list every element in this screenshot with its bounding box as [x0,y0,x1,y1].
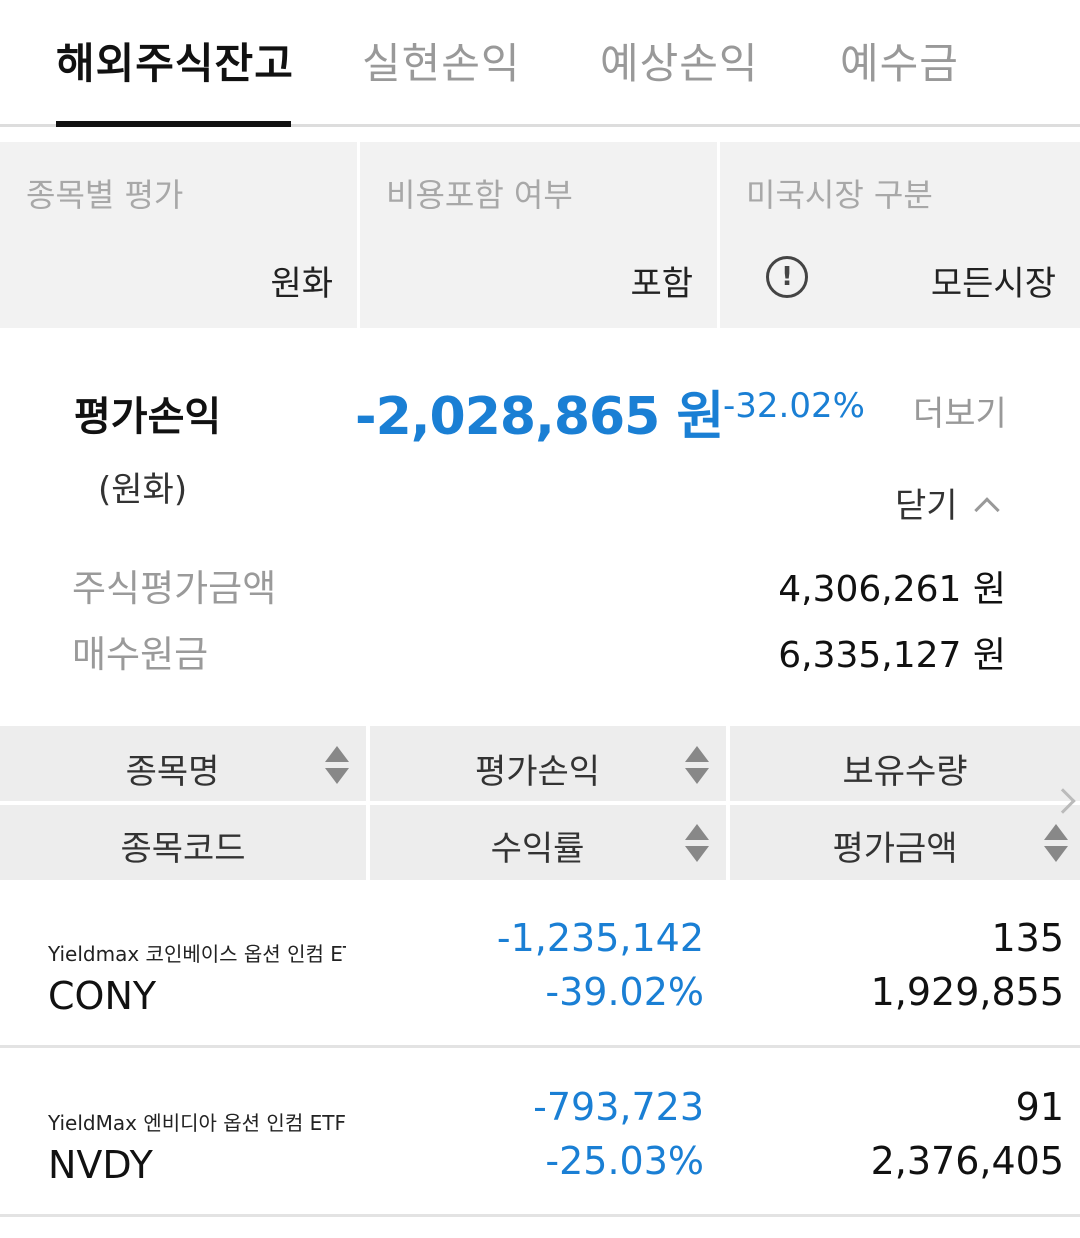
stock-name: Yieldmax 코인베이스 옵션 인컴 ETF [48,942,346,966]
header-return-rate[interactable]: 수익률 [370,821,705,870]
filter-market-label: 미국시장 구분 [746,176,933,214]
principal-label: 매수원금 [72,633,209,676]
stock-code: NVDY [48,1143,153,1187]
stock-quantity: 135 [991,916,1064,960]
tab-overseas-balance[interactable]: 해외주식잔고 [56,30,294,91]
stock-name: YieldMax 엔비디아 옵션 인컴 ETF [48,1111,346,1135]
more-button[interactable]: 더보기 [913,386,1007,435]
filter-panel: 종목별 평가 원화 비용포함 여부 포함 미국시장 구분 ! 모든시장 [0,142,1080,328]
filter-fees-label: 비용포함 여부 [386,176,573,214]
stock-eval-amount: 2,376,405 [870,1139,1064,1183]
stock-quantity: 91 [1015,1085,1064,1129]
filter-fees[interactable]: 비용포함 여부 포함 [360,142,717,328]
stock-code: CONY [48,974,157,1018]
stock-eval-pl: -793,723 [533,1085,704,1129]
stock-eval-label: 주식평가금액 [72,567,277,610]
tab-deposit[interactable]: 예수금 [840,30,959,91]
sort-icon[interactable] [685,824,709,864]
stock-return-rate: -39.02% [545,970,704,1014]
filter-valuation-value[interactable]: 원화 [270,256,333,305]
header-quantity: 보유수량 [842,752,968,792]
stock-return-rate: -25.03% [545,1139,704,1183]
table-row[interactable]: Yieldmax 코인베이스 옵션 인컴 ETF CONY -1,235,142… [0,880,1080,1048]
filter-valuation-label: 종목별 평가 [26,176,184,214]
summary-rate: -32.02% [723,386,865,426]
filter-fees-value[interactable]: 포함 [630,256,693,305]
filter-valuation[interactable]: 종목별 평가 원화 [0,142,357,328]
close-label: 닫기 [895,486,958,526]
principal-value: 6,335,127 원 [778,635,1006,676]
sort-icon[interactable] [1044,824,1068,864]
info-icon[interactable]: ! [766,256,808,298]
active-tab-indicator [56,121,291,127]
header-divider [0,801,1080,805]
stock-eval-value: 4,306,261 원 [778,569,1006,610]
summary-currency-label: (원화) [98,470,188,510]
header-stock-name[interactable]: 종목명 [0,744,345,793]
tab-realized-pl[interactable]: 실현손익 [362,30,521,91]
header-eval-amount[interactable]: 평가금액 [730,821,1060,870]
chevron-up-icon [973,497,1000,523]
table-row[interactable]: YieldMax 엔비디아 옵션 인컴 ETF NVDY -793,723 -2… [0,1049,1080,1217]
sort-icon[interactable] [325,746,349,786]
filter-market[interactable]: 미국시장 구분 ! 모든시장 [720,142,1080,328]
stock-eval-pl: -1,235,142 [496,916,704,960]
header-eval-pl[interactable]: 평가손익 [370,744,705,793]
tab-bar: 해외주식잔고 실현손익 예상손익 예수금 [0,0,1080,127]
summary-label: 평가손익 [74,394,222,440]
stock-eval-amount: 1,929,855 [870,970,1064,1014]
tab-expected-pl[interactable]: 예상손익 [600,30,759,91]
header-stock-code: 종목코드 [120,829,246,869]
table-header: 종목명 평가손익 보유수량 종목코드 수익률 평가금액 [0,726,1080,880]
summary-amount: -2,028,865 원 [355,387,724,447]
sort-icon[interactable] [685,746,709,786]
close-button[interactable]: 닫기 [895,478,1000,527]
filter-market-value[interactable]: 모든시장 [931,256,1056,305]
